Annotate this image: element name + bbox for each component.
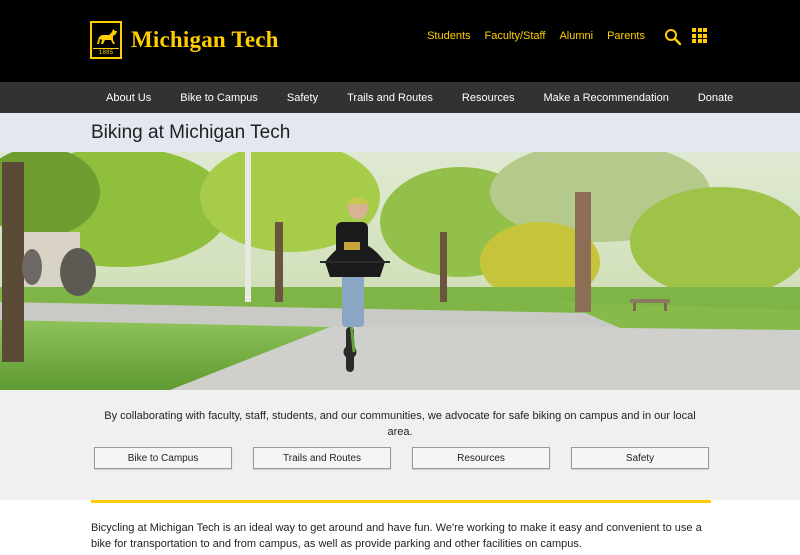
section-divider — [91, 500, 711, 503]
quick-links: Bike to Campus Trails and Routes Resourc… — [94, 447, 709, 469]
grid-icon[interactable] — [692, 28, 707, 43]
resources-button[interactable]: Resources — [412, 447, 550, 469]
nav-item-bike-to-campus[interactable]: Bike to Campus — [180, 92, 258, 104]
intro-section: By collaborating with faculty, staff, st… — [0, 390, 800, 500]
search-icon[interactable] — [664, 28, 682, 46]
nav-item-trails-and-routes[interactable]: Trails and Routes — [347, 92, 433, 104]
site-logo[interactable]: 1885 Michigan Tech — [90, 20, 279, 60]
intro-text: By collaborating with faculty, staff, st… — [104, 410, 696, 438]
nav-item-make-a-recommendation[interactable]: Make a Recommendation — [543, 92, 668, 104]
nav-item-about-us[interactable]: About Us — [106, 92, 151, 104]
page-title: Biking at Michigan Tech — [91, 122, 291, 143]
content-paragraph: Bicycling at Michigan Tech is an ideal w… — [91, 522, 702, 550]
trails-and-routes-button[interactable]: Trails and Routes — [253, 447, 391, 469]
audience-link-students[interactable]: Students — [427, 30, 470, 42]
logo-year: 1885 — [93, 48, 119, 56]
hero-image — [0, 152, 800, 390]
audience-link-alumni[interactable]: Alumni — [559, 30, 593, 42]
bike-to-campus-button[interactable]: Bike to Campus — [94, 447, 232, 469]
audience-link-parents[interactable]: Parents — [607, 30, 645, 42]
audience-nav: Students Faculty/Staff Alumni Parents — [427, 30, 645, 42]
page-title-bar: Biking at Michigan Tech — [0, 113, 800, 152]
brand-name: Michigan Tech — [131, 27, 279, 52]
main-nav: About Us Bike to Campus Safety Trails an… — [0, 82, 800, 113]
nav-item-resources[interactable]: Resources — [462, 92, 515, 104]
audience-link-faculty-staff[interactable]: Faculty/Staff — [485, 30, 546, 42]
site-header: 1885 Michigan Tech Students Faculty/Staf… — [0, 0, 800, 82]
nav-item-safety[interactable]: Safety — [287, 92, 318, 104]
nav-item-donate[interactable]: Donate — [698, 92, 733, 104]
husky-logo-icon: 1885 — [90, 21, 122, 59]
safety-button[interactable]: Safety — [571, 447, 709, 469]
